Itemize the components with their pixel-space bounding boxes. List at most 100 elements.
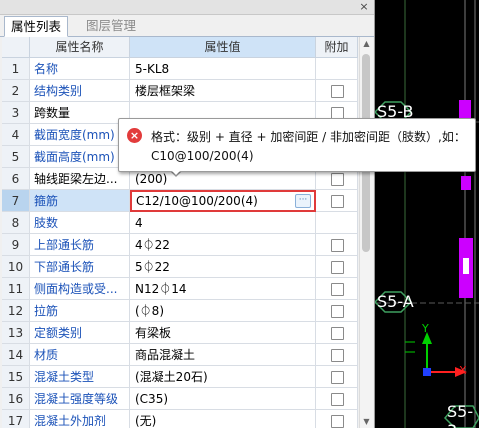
add-cell — [316, 256, 358, 278]
row-number: 12 — [2, 300, 30, 322]
table-row[interactable]: 14 材质 商品混凝土 — [2, 344, 358, 366]
property-value-input[interactable]: (⏀8) — [130, 300, 316, 322]
add-cell — [316, 234, 358, 256]
table-row[interactable]: 15 混凝土类型 (混凝土20石) — [2, 366, 358, 388]
table-row-selected[interactable]: 7 箍筋 C12/10@100/200(4) ··· — [2, 190, 358, 212]
property-value-text: (⏀8) — [135, 304, 164, 318]
property-name: 拉筋 — [30, 300, 130, 322]
property-value-text: (C35) — [135, 392, 169, 406]
add-checkbox[interactable] — [331, 283, 344, 296]
add-checkbox[interactable] — [331, 305, 344, 318]
table-row[interactable]: 10 下部通长筋 5⏀22 — [2, 256, 358, 278]
property-value-input[interactable]: C12/10@100/200(4) ··· — [130, 190, 316, 212]
add-cell — [316, 300, 358, 322]
property-value-text: 有梁板 — [135, 326, 172, 340]
property-value-text: N12⏀14 — [135, 282, 187, 296]
y-axis-label: Y — [422, 322, 429, 335]
property-value-input[interactable]: 商品混凝土 — [130, 344, 316, 366]
tab-property-list[interactable]: 属性列表 — [4, 16, 69, 37]
scroll-down-icon[interactable]: ▼ — [360, 415, 373, 428]
row-number: 7 — [2, 190, 30, 212]
property-value-input[interactable]: 5⏀22 — [130, 256, 316, 278]
row-number: 16 — [2, 388, 30, 410]
property-name: 轴线距梁左边... — [30, 168, 130, 190]
scroll-up-icon[interactable]: ▲ — [360, 37, 373, 50]
add-cell — [316, 410, 358, 428]
ellipsis-button[interactable]: ··· — [295, 194, 311, 208]
property-value-input[interactable]: (无) — [130, 410, 316, 428]
property-name: 截面高度(mm) — [30, 146, 130, 168]
add-checkbox[interactable] — [331, 239, 344, 252]
tooltip-text-line2: C10@100/200(4) — [151, 149, 254, 163]
header-property-value: 属性值 — [130, 37, 316, 58]
axis-label: S5-3 — [447, 402, 474, 428]
vertical-scrollbar[interactable]: ▲ ▼ — [359, 37, 373, 428]
table-row[interactable]: 11 侧面构造或受... N12⏀14 — [2, 278, 358, 300]
tab-bar: 属性列表 图层管理 — [0, 15, 374, 37]
table-row[interactable]: 1 名称 5-KL8 — [2, 58, 358, 80]
property-value-input[interactable]: 有梁板 — [130, 322, 316, 344]
rebar-mark — [461, 176, 471, 190]
property-panel: × 属性列表 图层管理 属性名称 属性值 附加 1 名称 5-KL8 2 结构类别 楼层框… — [0, 0, 375, 428]
table-row[interactable]: 9 上部通长筋 4⏀22 — [2, 234, 358, 256]
tab-layer-management[interactable]: 图层管理 — [80, 16, 142, 35]
row-number: 2 — [2, 80, 30, 102]
property-value-input[interactable]: (C35) — [130, 388, 316, 410]
add-cell — [316, 344, 358, 366]
rebar-mark — [463, 258, 469, 274]
property-value-input[interactable]: N12⏀14 — [130, 278, 316, 300]
table-row[interactable]: 13 定额类别 有梁板 — [2, 322, 358, 344]
property-value-text: 商品混凝土 — [135, 348, 196, 362]
row-number: 14 — [2, 344, 30, 366]
property-value-input[interactable]: (混凝土20石) — [130, 366, 316, 388]
add-checkbox[interactable] — [331, 261, 344, 274]
add-checkbox[interactable] — [331, 415, 344, 428]
property-value-text: 楼层框架梁 — [135, 84, 196, 98]
add-cell — [316, 366, 358, 388]
tooltip-pointer-inner — [169, 168, 183, 175]
add-checkbox[interactable] — [331, 173, 344, 186]
tooltip-text-line1: 格式：级别 + 直径 + 加密间距 / 非加密间距（肢数）,如： — [151, 130, 466, 144]
property-value-text: (无) — [135, 414, 157, 428]
close-icon[interactable]: × — [358, 0, 370, 13]
property-value-input[interactable]: 4 — [130, 212, 316, 234]
row-number: 5 — [2, 146, 30, 168]
table-row[interactable]: 17 混凝土外加剂 (无) — [2, 410, 358, 428]
add-checkbox[interactable] — [331, 327, 344, 340]
add-checkbox[interactable] — [331, 393, 344, 406]
cad-viewport[interactable]: S5-B S5-A S5-3 Y X — [375, 0, 479, 428]
table-row[interactable]: 2 结构类别 楼层框架梁 — [2, 80, 358, 102]
property-name: 名称 — [30, 58, 130, 80]
add-cell — [316, 58, 358, 80]
property-value-input[interactable]: 4⏀22 — [130, 234, 316, 256]
property-name: 定额类别 — [30, 322, 130, 344]
property-value-input[interactable]: 5-KL8 — [130, 58, 316, 80]
property-name: 截面宽度(mm) — [30, 124, 130, 146]
property-grid: 属性名称 属性值 附加 1 名称 5-KL8 2 结构类别 楼层框架梁 3 跨数量 4 截面宽度(… — [2, 37, 358, 428]
row-number: 8 — [2, 212, 30, 234]
add-cell — [316, 190, 358, 212]
property-value-text: 4⏀22 — [135, 238, 170, 252]
property-name: 箍筋 — [30, 190, 130, 212]
row-number: 15 — [2, 366, 30, 388]
property-value-text: 5-KL8 — [135, 62, 170, 76]
header-row-number — [2, 37, 30, 58]
row-number: 11 — [2, 278, 30, 300]
add-checkbox[interactable] — [331, 195, 344, 208]
property-value-text: 5⏀22 — [135, 260, 170, 274]
property-value-input[interactable]: 楼层框架梁 — [130, 80, 316, 102]
format-tooltip: × 格式：级别 + 直径 + 加密间距 / 非加密间距（肢数）,如： C10@1… — [118, 118, 476, 172]
add-checkbox[interactable] — [331, 349, 344, 362]
header-add: 附加 — [316, 37, 358, 58]
header-property-name: 属性名称 — [30, 37, 130, 58]
table-row[interactable]: 12 拉筋 (⏀8) — [2, 300, 358, 322]
row-number: 4 — [2, 124, 30, 146]
table-row[interactable]: 8 肢数 4 — [2, 212, 358, 234]
add-checkbox[interactable] — [331, 85, 344, 98]
add-cell — [316, 322, 358, 344]
panel-title-bar: × — [0, 0, 374, 15]
table-row[interactable]: 16 混凝土强度等级 (C35) — [2, 388, 358, 410]
add-checkbox[interactable] — [331, 371, 344, 384]
add-cell — [316, 388, 358, 410]
error-icon: × — [127, 128, 142, 143]
